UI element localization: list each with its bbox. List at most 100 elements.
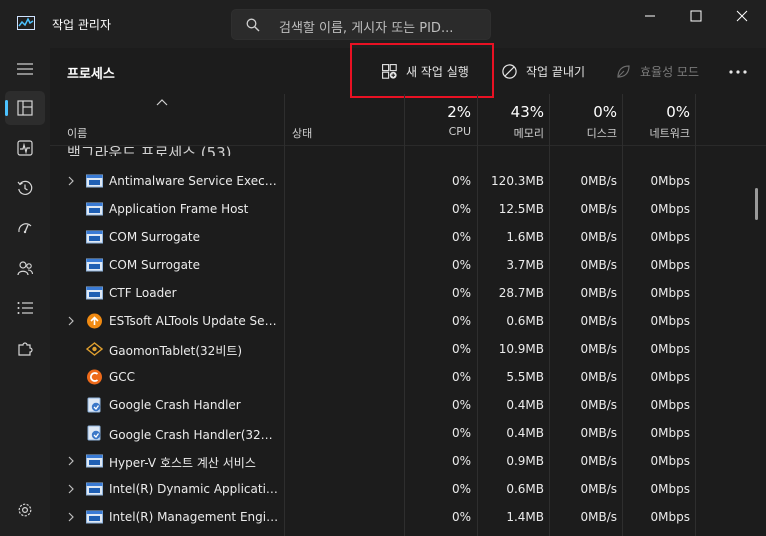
- process-row[interactable]: Intel(R) Management Engine 0% 1.4MB 0MB/s 0M…: [50, 503, 766, 531]
- column-disk[interactable]: 0% 디스크: [550, 94, 617, 146]
- leaf-icon: [617, 64, 630, 78]
- sort-ascending-icon[interactable]: [156, 98, 168, 106]
- table-header: 이름 상태 2% CPU 43% 메모리 0% 디스크 0% 네트워크: [50, 94, 766, 146]
- cpu-label: CPU: [448, 125, 471, 138]
- process-name: Intel(R) Dynamic Application Loader: [109, 482, 281, 496]
- new-task-button[interactable]: 새 작업 실행: [382, 57, 469, 85]
- process-disk: 0MB/s: [580, 174, 617, 188]
- nav-users[interactable]: [5, 251, 45, 285]
- column-memory[interactable]: 43% 메모리: [478, 94, 544, 146]
- nav-startup-apps[interactable]: [5, 211, 45, 245]
- process-cpu: 0%: [451, 258, 471, 272]
- close-icon: [736, 10, 748, 22]
- process-row[interactable]: Application Frame Host 0% 12.5MB 0MB/s 0Mbps: [50, 195, 766, 223]
- process-memory: 28.7MB: [498, 286, 544, 300]
- startup-icon: [18, 223, 32, 234]
- window-icon: [86, 201, 103, 217]
- process-name: ESTsoft ALTools Update Service: [109, 314, 281, 328]
- process-network: 0Mbps: [650, 202, 690, 216]
- process-disk: 0MB/s: [580, 202, 617, 216]
- app-title: 작업 관리자: [52, 18, 112, 32]
- more-options-icon[interactable]: [726, 62, 750, 82]
- process-cpu: 0%: [451, 370, 471, 384]
- nav-settings[interactable]: [5, 493, 45, 527]
- search-box[interactable]: 검색할 이름, 게시자 또는 PID...: [231, 9, 491, 40]
- scrollbar-thumb[interactable]: [755, 188, 758, 220]
- nav-performance[interactable]: [5, 131, 45, 165]
- process-row[interactable]: COM Surrogate 0% 1.6MB 0MB/s 0Mbps: [50, 223, 766, 251]
- window-icon: [86, 481, 103, 497]
- process-name: COM Surrogate: [109, 258, 201, 272]
- process-name: Antimalware Service Executable: [109, 174, 281, 188]
- window-icon: [86, 257, 103, 273]
- nav-details[interactable]: [5, 291, 45, 325]
- column-status[interactable]: 상태: [292, 125, 312, 141]
- efficiency-mode-button[interactable]: 효율성 모드: [616, 57, 699, 85]
- process-disk: 0MB/s: [580, 370, 617, 384]
- process-disk: 0MB/s: [580, 286, 617, 300]
- network-label: 네트워크: [649, 127, 690, 140]
- column-name[interactable]: 이름: [67, 125, 87, 141]
- process-row[interactable]: Intel(R) Dynamic Application Loader 0% 0.6…: [50, 475, 766, 503]
- process-cpu: 0%: [451, 426, 471, 440]
- process-name: CTF Loader: [109, 286, 177, 300]
- process-row[interactable]: Hyper-V 호스트 계산 서비스 0% 0.9MB 0MB/s 0Mbps: [50, 447, 766, 475]
- column-network[interactable]: 0% 네트워크: [623, 94, 690, 146]
- new-task-icon: [382, 63, 397, 79]
- tablet-icon: [85, 341, 104, 357]
- chevron-right-icon[interactable]: [67, 176, 75, 186]
- network-total-percent: 0%: [666, 103, 690, 121]
- process-memory: 3.7MB: [506, 258, 544, 272]
- minimize-button[interactable]: [627, 4, 673, 28]
- process-memory: 10.9MB: [498, 342, 544, 356]
- search-icon: [246, 18, 260, 32]
- users-icon: [17, 261, 33, 276]
- chevron-right-icon[interactable]: [67, 512, 75, 522]
- process-disk: 0MB/s: [580, 454, 617, 468]
- process-row[interactable]: Antimalware Service Executable 0% 120.3MB 0…: [50, 167, 766, 195]
- crash-handler-icon: [86, 425, 103, 441]
- process-row[interactable]: Google Crash Handler(32비트) 0% 0.4MB 0MB/s 0M…: [50, 419, 766, 447]
- process-cpu: 0%: [451, 454, 471, 468]
- chevron-right-icon[interactable]: [67, 456, 75, 466]
- process-name: Google Crash Handler: [109, 398, 241, 412]
- process-memory: 0.4MB: [506, 426, 544, 440]
- nav-menu-button[interactable]: [5, 52, 45, 86]
- maximize-button[interactable]: [673, 4, 719, 28]
- process-row[interactable]: CTF Loader 0% 28.7MB 0MB/s 0Mbps: [50, 279, 766, 307]
- disk-label: 디스크: [586, 127, 617, 140]
- process-cpu: 0%: [451, 510, 471, 524]
- nav-app-history[interactable]: [5, 171, 45, 205]
- process-cpu: 0%: [451, 286, 471, 300]
- window-icon: [86, 229, 103, 245]
- update-icon: [86, 313, 103, 329]
- process-row[interactable]: Google Crash Handler 0% 0.4MB 0MB/s 0Mbps: [50, 391, 766, 419]
- process-network: 0Mbps: [650, 230, 690, 244]
- process-disk: 0MB/s: [580, 342, 617, 356]
- services-puzzle-icon: [18, 342, 33, 356]
- process-row[interactable]: GaomonTablet(32비트) 0% 10.9MB 0MB/s 0Mbps: [50, 335, 766, 363]
- chevron-right-icon[interactable]: [67, 484, 75, 494]
- process-row[interactable]: COM Surrogate 0% 3.7MB 0MB/s 0Mbps: [50, 251, 766, 279]
- process-cpu: 0%: [451, 482, 471, 496]
- process-cpu: 0%: [451, 230, 471, 244]
- details-list-icon: [17, 302, 33, 314]
- process-network: 0Mbps: [650, 510, 690, 524]
- nav-processes[interactable]: [5, 91, 45, 125]
- end-task-button[interactable]: 작업 끝내기: [502, 57, 585, 85]
- efficiency-mode-label: 효율성 모드: [640, 64, 700, 79]
- window-icon: [86, 509, 103, 525]
- column-cpu[interactable]: 2% CPU: [405, 94, 471, 146]
- process-memory: 0.6MB: [506, 482, 544, 496]
- window-icon: [86, 173, 103, 189]
- process-row[interactable]: ESTsoft ALTools Update Service 0% 0.6MB 0MB…: [50, 307, 766, 335]
- process-row[interactable]: GCC 0% 5.5MB 0MB/s 0Mbps: [50, 363, 766, 391]
- process-memory: 0.6MB: [506, 314, 544, 328]
- close-button[interactable]: [719, 4, 765, 28]
- process-name: Application Frame Host: [109, 202, 249, 216]
- memory-total-percent: 43%: [510, 103, 544, 121]
- nav-services[interactable]: [5, 331, 45, 365]
- chevron-right-icon[interactable]: [67, 316, 75, 326]
- processes-panel: 프로세스 새 작업 실행 작업 끝내기 효율성 모드 이름 상태 2% CPU …: [50, 43, 766, 536]
- process-name: Intel(R) Management Engine: [109, 510, 281, 524]
